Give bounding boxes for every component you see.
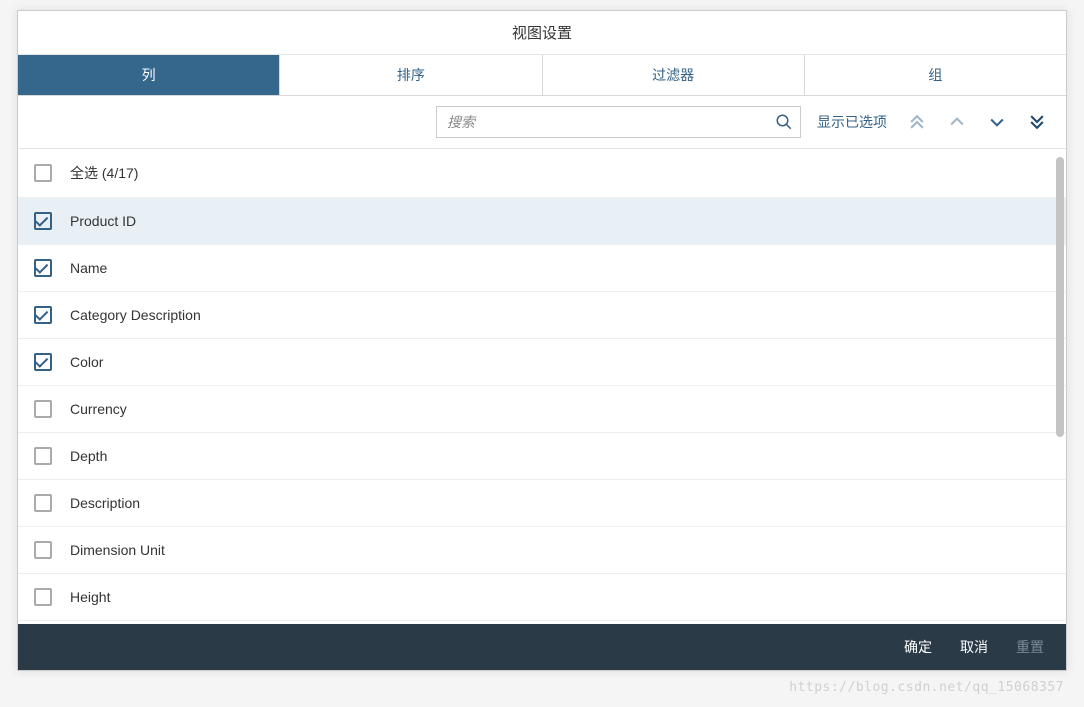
column-list-container: 全选 (4/17) Product ID Name Category Descr… xyxy=(18,149,1066,624)
checkbox[interactable] xyxy=(34,588,52,606)
view-settings-dialog: 视图设置 列 排序 过滤器 组 显示已选项 xyxy=(17,10,1067,671)
list-item[interactable]: Color xyxy=(18,339,1066,386)
column-label: Product ID xyxy=(70,213,136,229)
list-item[interactable]: Height xyxy=(18,574,1066,621)
list-item[interactable]: Dimension Unit xyxy=(18,527,1066,574)
select-all-row[interactable]: 全选 (4/17) xyxy=(18,149,1066,198)
checkbox[interactable] xyxy=(34,259,52,277)
column-label: Currency xyxy=(70,401,127,417)
dialog-title: 视图设置 xyxy=(18,11,1066,55)
move-top-button[interactable] xyxy=(903,108,931,136)
list-item[interactable]: Name xyxy=(18,245,1066,292)
search-icon[interactable] xyxy=(775,113,793,131)
select-all-label: 全选 (4/17) xyxy=(70,163,138,183)
list-item[interactable]: Product ID xyxy=(18,198,1066,245)
column-label: Category Description xyxy=(70,307,201,323)
watermark: https://blog.csdn.net/qq_15068357 xyxy=(789,680,1064,695)
checkbox[interactable] xyxy=(34,541,52,559)
checkbox[interactable] xyxy=(34,400,52,418)
list-item[interactable]: Description xyxy=(18,480,1066,527)
cancel-button[interactable]: 取消 xyxy=(960,637,988,657)
tab-bar: 列 排序 过滤器 组 xyxy=(18,55,1066,96)
list-item[interactable]: Category Description xyxy=(18,292,1066,339)
column-label: Dimension Unit xyxy=(70,542,165,558)
tab-columns[interactable]: 列 xyxy=(18,55,280,95)
tab-sort[interactable]: 排序 xyxy=(280,55,542,95)
select-all-checkbox[interactable] xyxy=(34,164,52,182)
column-label: Height xyxy=(70,589,110,605)
column-list[interactable]: 全选 (4/17) Product ID Name Category Descr… xyxy=(18,149,1066,624)
checkbox[interactable] xyxy=(34,353,52,371)
scrollbar[interactable] xyxy=(1056,157,1064,437)
column-label: Description xyxy=(70,495,140,511)
tab-filter[interactable]: 过滤器 xyxy=(543,55,805,95)
search-input[interactable] xyxy=(436,106,801,138)
ok-button[interactable]: 确定 xyxy=(904,637,932,657)
checkbox[interactable] xyxy=(34,447,52,465)
show-selected-link[interactable]: 显示已选项 xyxy=(813,112,891,132)
toolbar: 显示已选项 xyxy=(18,96,1066,149)
checkbox[interactable] xyxy=(34,306,52,324)
checkbox[interactable] xyxy=(34,212,52,230)
list-item[interactable]: Depth xyxy=(18,433,1066,480)
move-bottom-button[interactable] xyxy=(1023,108,1051,136)
column-label: Color xyxy=(70,354,103,370)
column-label: Name xyxy=(70,260,107,276)
tab-group[interactable]: 组 xyxy=(805,55,1066,95)
checkbox[interactable] xyxy=(34,494,52,512)
list-item[interactable]: Currency xyxy=(18,386,1066,433)
move-up-button[interactable] xyxy=(943,108,971,136)
dialog-footer: 确定 取消 重置 xyxy=(18,624,1066,670)
move-down-button[interactable] xyxy=(983,108,1011,136)
search-field-wrap xyxy=(436,106,801,138)
reset-button[interactable]: 重置 xyxy=(1016,637,1044,657)
column-label: Depth xyxy=(70,448,107,464)
